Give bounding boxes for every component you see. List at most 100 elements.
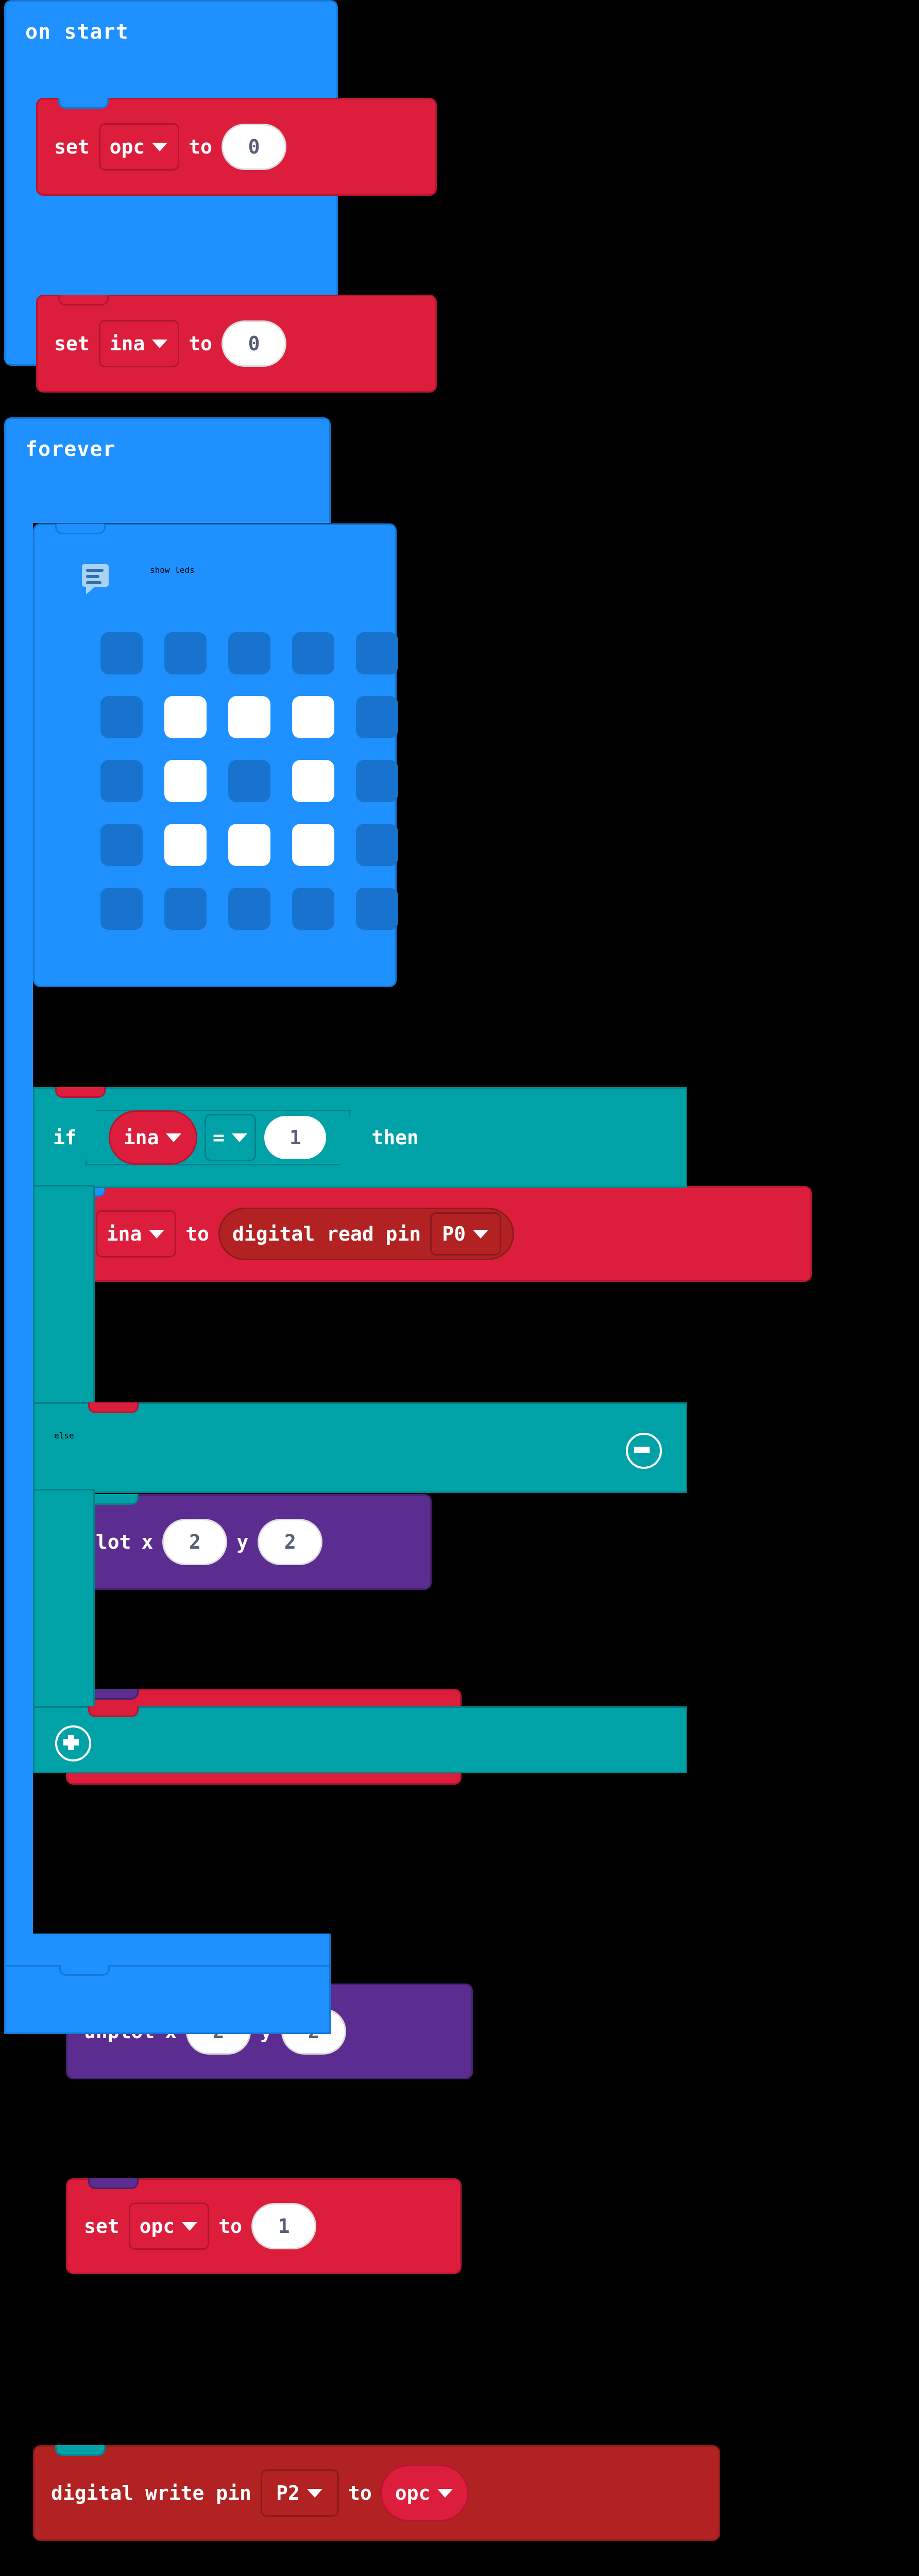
chevron-down-icon	[307, 2488, 322, 2498]
set-keyword: set	[84, 2215, 120, 2238]
led-cell[interactable]	[228, 888, 270, 930]
led-cell[interactable]	[100, 888, 143, 930]
plus-bar-v	[68, 1735, 74, 1750]
led-cell[interactable]	[164, 888, 207, 930]
led-cell[interactable]	[356, 696, 398, 738]
led-cell[interactable]	[228, 696, 270, 738]
chevron-down-icon	[149, 1229, 165, 1239]
pin-dropdown-p0[interactable]: P0	[430, 1212, 502, 1256]
digital-read-pin-reporter[interactable]: digital read pin P0	[218, 1208, 515, 1260]
chevron-down-icon	[231, 1133, 247, 1142]
led-cell[interactable]	[292, 632, 334, 674]
comment-line	[86, 575, 99, 578]
variable-dropdown-ina[interactable]: ina	[98, 320, 180, 367]
forever-bottom	[4, 1965, 331, 2034]
led-cell[interactable]	[228, 760, 270, 802]
block-notch	[88, 2178, 139, 2189]
comment-icon[interactable]	[82, 564, 109, 595]
block-notch	[88, 1689, 139, 1700]
variable-name: ina	[123, 1126, 159, 1149]
to-keyword: to	[348, 2482, 372, 2504]
number-field-0[interactable]: 0	[222, 124, 287, 170]
if-else-spine	[33, 1489, 95, 1707]
number-field-0[interactable]: 0	[222, 320, 287, 367]
operator-symbol: =	[212, 1126, 225, 1149]
to-keyword: to	[189, 135, 213, 158]
led-cell[interactable]	[228, 632, 270, 674]
led-cell[interactable]	[356, 632, 398, 674]
variable-dropdown-opc[interactable]: opc	[98, 123, 180, 171]
set-keyword: set	[54, 332, 90, 355]
comment-tail	[86, 586, 95, 595]
led-cell[interactable]	[292, 696, 334, 738]
block-notch	[58, 98, 109, 109]
chevron-down-icon	[182, 2222, 198, 2231]
set-ina-digital-read-block[interactable]: set ina to digital read pin P0	[33, 1186, 812, 1282]
if-then-spine	[33, 1185, 95, 1403]
pin-name: P2	[276, 2482, 300, 2504]
set-keyword: set	[54, 135, 90, 158]
led-cell[interactable]	[356, 824, 398, 866]
block-notch	[88, 1706, 139, 1717]
comment-line	[86, 569, 104, 572]
show-leds-block[interactable]: show leds	[33, 523, 398, 987]
led-cell[interactable]	[356, 888, 398, 930]
if-footer-bar[interactable]	[33, 1706, 687, 1773]
plot-y-field[interactable]: 2	[258, 1519, 323, 1565]
block-notch	[59, 1965, 110, 1976]
variable-dropdown-opc[interactable]: opc	[128, 2202, 210, 2250]
number-field-1[interactable]: 1	[251, 2203, 317, 2249]
plus-circle-icon[interactable]	[55, 1725, 91, 1761]
set-ina-block[interactable]: set ina to 0	[36, 295, 437, 393]
led-cell[interactable]	[228, 824, 270, 866]
block-notch	[88, 1402, 139, 1413]
blocks-workspace[interactable]: on start set opc to 0 set ina to 0 forev…	[0, 0, 919, 2541]
led-cell[interactable]	[100, 760, 143, 802]
led-cell[interactable]	[164, 824, 207, 866]
led-cell[interactable]	[100, 632, 143, 674]
plot-x-field[interactable]: 2	[162, 1519, 228, 1565]
variable-reporter-opc[interactable]: opc	[380, 2465, 469, 2521]
block-notch	[55, 523, 106, 534]
comment-line	[86, 581, 101, 584]
set-opc-block[interactable]: set opc to 0	[36, 98, 437, 196]
pin-dropdown-p2[interactable]: P2	[260, 2469, 339, 2517]
variable-dropdown-ina[interactable]: ina	[95, 1210, 177, 1258]
led-cell[interactable]	[292, 888, 334, 930]
led-cell[interactable]	[164, 760, 207, 802]
block-notch	[55, 2445, 106, 2456]
chevron-down-icon	[437, 2488, 453, 2498]
variable-name: opc	[395, 2482, 431, 2504]
plot-block[interactable]: plot x 2 y 2	[66, 1494, 432, 1590]
variable-name: ina	[109, 332, 145, 355]
led-cell[interactable]	[100, 824, 143, 866]
led-cell[interactable]	[164, 632, 207, 674]
variable-name: opc	[139, 2215, 175, 2238]
led-cell[interactable]	[292, 760, 334, 802]
led-cell[interactable]	[292, 824, 334, 866]
on-start-label: on start	[25, 20, 129, 44]
condition-number-field[interactable]: 1	[264, 1116, 327, 1159]
minus-circle-icon[interactable]	[626, 1433, 662, 1469]
variable-reporter-ina[interactable]: ina	[108, 1110, 198, 1165]
chevron-down-icon	[472, 1229, 488, 1239]
y-label: y	[236, 1531, 249, 1553]
on-start-header: on start	[6, 2, 336, 62]
to-keyword: to	[218, 2215, 243, 2238]
pin-name: P0	[442, 1223, 466, 1245]
comparison-operator-dropdown[interactable]: =	[205, 1114, 257, 1161]
minus-bar	[634, 1447, 650, 1453]
x-label: x	[141, 1531, 154, 1553]
set-opc-else-block[interactable]: set opc to 1	[66, 2178, 462, 2274]
if-then-else-block[interactable]: if ina = 1 then	[33, 1087, 687, 1188]
led-matrix[interactable]	[100, 632, 398, 930]
led-cell[interactable]	[356, 760, 398, 802]
condition-slot[interactable]: ina = 1	[85, 1110, 351, 1165]
else-bar[interactable]: else	[33, 1402, 687, 1493]
digital-write-pin-block[interactable]: digital write pin P2 to opc	[33, 2445, 720, 2541]
led-cell[interactable]	[164, 696, 207, 738]
if-header-row: if ina = 1 then	[35, 1089, 686, 1187]
block-notch	[58, 295, 109, 306]
variable-name: ina	[106, 1223, 142, 1245]
led-cell[interactable]	[100, 696, 143, 738]
